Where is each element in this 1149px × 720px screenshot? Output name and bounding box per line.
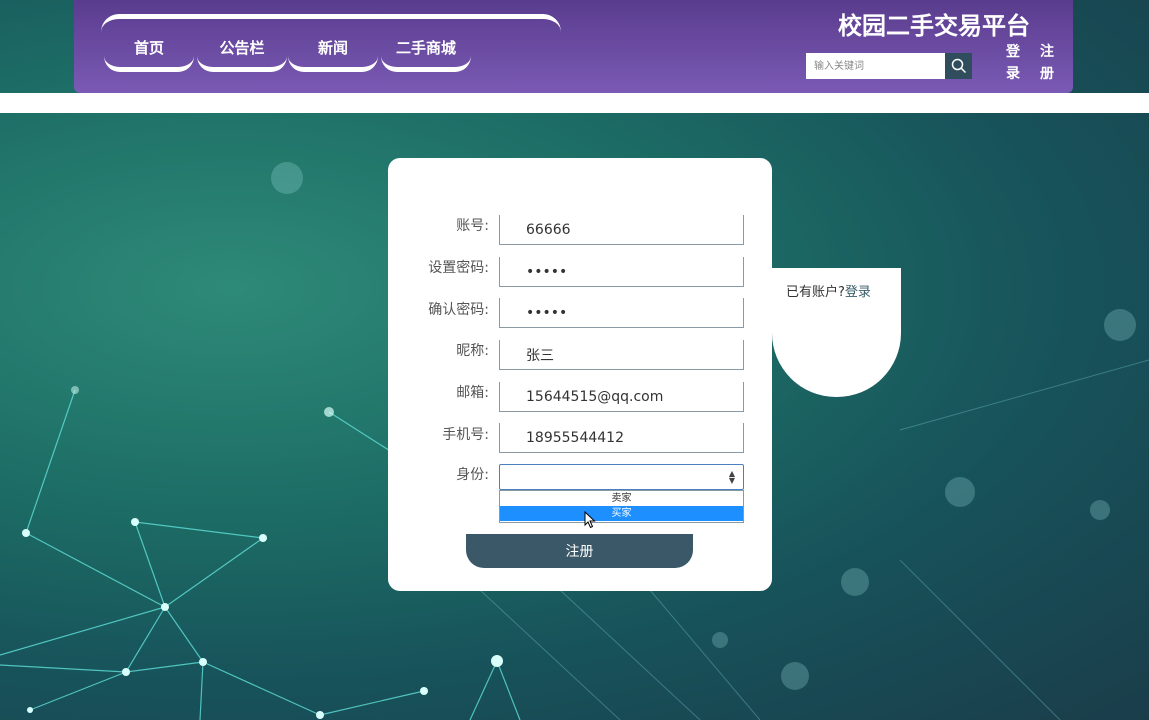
password-label: 设置密码: xyxy=(428,260,489,276)
login-link[interactable]: 登录 xyxy=(1004,41,1022,85)
search-button[interactable] xyxy=(945,53,972,79)
side-login-link[interactable]: 登录 xyxy=(845,285,871,300)
nav-item-second-hand-mall[interactable]: 二手商城 xyxy=(381,28,471,72)
site-title: 校园二手交易平台 xyxy=(838,12,1030,40)
identity-label: 身份: xyxy=(456,467,489,483)
account-input[interactable] xyxy=(499,215,744,245)
nav-item-notice-board[interactable]: 公告栏 xyxy=(197,28,287,72)
nav-item-news[interactable]: 新闻 xyxy=(288,28,378,72)
select-arrows-icon: ▲ ▼ xyxy=(728,469,735,485)
side-login-prompt: 已有账户?登录 xyxy=(786,281,871,300)
confirm-password-input[interactable] xyxy=(499,298,744,328)
account-label: 账号: xyxy=(456,218,489,234)
identity-option-seller[interactable]: 卖家 xyxy=(500,491,743,506)
email-input[interactable] xyxy=(499,382,744,412)
header-divider-band xyxy=(0,93,1149,113)
nickname-label: 昵称: xyxy=(456,343,489,359)
search-input[interactable] xyxy=(806,53,945,79)
phone-input[interactable] xyxy=(499,423,744,453)
identity-option-buyer[interactable]: 买家 xyxy=(500,506,743,521)
email-label: 邮箱: xyxy=(456,385,489,401)
password-input[interactable] xyxy=(499,257,744,287)
nav-item-home[interactable]: 首页 xyxy=(104,28,194,72)
register-button[interactable]: 注册 xyxy=(466,534,693,568)
identity-dropdown: 卖家 买家 xyxy=(499,490,744,523)
phone-label: 手机号: xyxy=(442,427,489,443)
identity-select[interactable]: ▲ ▼ xyxy=(499,464,744,490)
side-login-prompt-text: 已有账户? xyxy=(786,285,845,300)
search-icon xyxy=(951,58,966,74)
nickname-input[interactable] xyxy=(499,340,744,370)
confirm-password-label: 确认密码: xyxy=(428,302,489,318)
register-link[interactable]: 注册 xyxy=(1038,41,1056,85)
mouse-cursor-icon xyxy=(584,511,596,529)
